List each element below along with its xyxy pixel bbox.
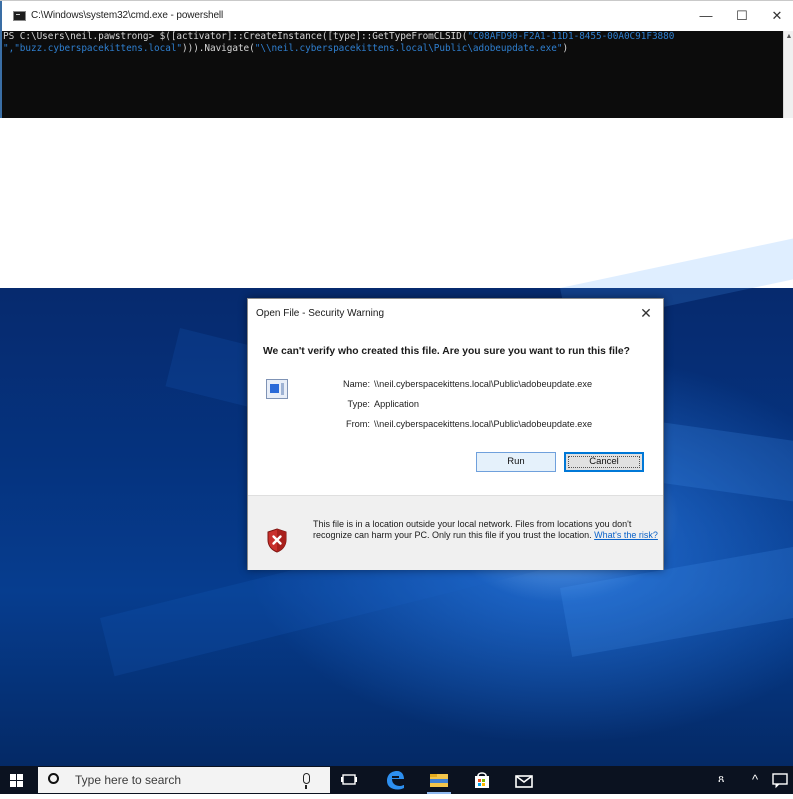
cmd-window: C:\Windows\system32\cmd.exe - powershell… — [0, 0, 793, 118]
cmd-window-title: C:\Windows\system32\cmd.exe - powershell — [31, 10, 224, 21]
minimize-button[interactable]: — — [691, 5, 721, 27]
run-button[interactable]: Run — [476, 452, 556, 472]
shield-icon — [267, 528, 287, 553]
dialog-title: Open File - Security Warning — [256, 308, 385, 319]
maximize-button[interactable]: ☐ — [727, 5, 757, 27]
people-icon[interactable]: ጸ — [718, 773, 724, 786]
type-value: Application — [374, 399, 419, 409]
windows-start-icon[interactable] — [10, 774, 23, 787]
closing-paren: ) — [562, 43, 569, 54]
dialog-question: We can't verify who created this file. A… — [263, 346, 630, 357]
prompt-command: PS C:\Users\neil.pawstrong> $([activator… — [3, 31, 468, 42]
show-hidden-icons-icon[interactable]: ^ — [752, 772, 758, 787]
warning-text: This file is in a location outside your … — [313, 519, 632, 540]
file-explorer-icon[interactable] — [424, 766, 454, 794]
security-warning-dialog: Open File - Security Warning ✕ We can't … — [247, 298, 664, 570]
cmd-titlebar[interactable]: C:\Windows\system32\cmd.exe - powershell… — [0, 1, 793, 31]
clsid-string: "C08AFD90-F2A1-11D1-8455-00A0C91F3880 — [467, 31, 675, 42]
console-line-2: ","buzz.cyberspacekittens.local"))).Navi… — [3, 43, 568, 54]
host-string: ","buzz.cyberspacekittens.local" — [3, 43, 183, 54]
microphone-icon[interactable] — [303, 773, 310, 789]
name-value: \\neil.cyberspacekittens.local\Public\ad… — [374, 379, 593, 389]
taskbar-search-box[interactable]: Type here to search — [38, 767, 330, 793]
console-scrollbar[interactable]: ▲ — [783, 31, 793, 118]
whats-the-risk-link[interactable]: What's the risk? — [594, 530, 658, 540]
task-view-icon[interactable] — [334, 766, 364, 794]
close-button[interactable]: ✕ — [762, 5, 792, 27]
path-string: "\\neil.cyberspacekittens.local\Public\a… — [254, 43, 563, 54]
cmd-icon[interactable] — [13, 11, 26, 21]
console-line-1: PS C:\Users\neil.pawstrong> $([activator… — [3, 31, 674, 42]
file-app-icon — [266, 379, 288, 399]
dialog-close-button[interactable]: ✕ — [633, 301, 659, 325]
scroll-up-arrow-icon[interactable]: ▲ — [784, 33, 793, 40]
edge-icon[interactable] — [380, 766, 410, 794]
warning-message: This file is in a location outside your … — [313, 519, 658, 541]
search-placeholder: Type here to search — [75, 773, 182, 787]
taskbar: Type here to search ጸ ^ — [0, 766, 793, 794]
store-icon[interactable] — [467, 766, 497, 794]
navigate-call: ))).Navigate( — [182, 43, 255, 54]
mail-icon[interactable] — [509, 766, 539, 794]
from-label: From: — [346, 419, 370, 429]
action-center-icon[interactable] — [768, 766, 793, 794]
from-value: \\neil.cyberspacekittens.local\Public\ad… — [374, 419, 593, 429]
console-output[interactable]: PS C:\Users\neil.pawstrong> $([activator… — [0, 31, 783, 118]
name-label: Name: — [342, 379, 370, 389]
type-label: Type: — [347, 399, 370, 409]
search-icon — [48, 773, 59, 784]
cancel-button[interactable]: Cancel — [564, 452, 644, 472]
window-left-border — [0, 1, 2, 118]
